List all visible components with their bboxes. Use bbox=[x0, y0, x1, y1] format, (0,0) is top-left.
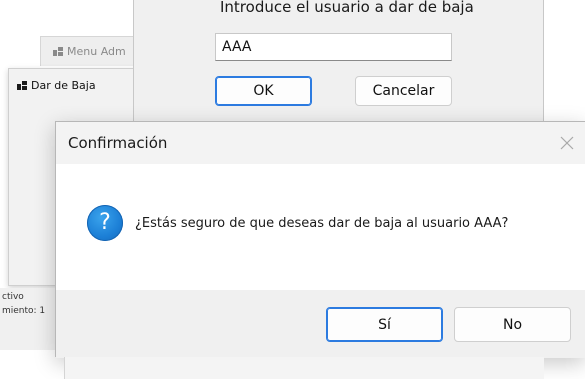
background-window-fragment: ctivo miento: 1 bbox=[0, 288, 60, 350]
question-icon: ? bbox=[87, 205, 123, 241]
dar-de-baja-window-title-text: Dar de Baja bbox=[31, 79, 96, 92]
yes-button[interactable]: Sí bbox=[326, 307, 443, 342]
cancel-button[interactable]: Cancelar bbox=[355, 76, 452, 106]
dar-de-baja-window-title: Dar de Baja bbox=[17, 79, 96, 92]
confirmation-dialog-content: ? ¿Estás seguro de que deseas dar de baj… bbox=[56, 164, 585, 290]
menu-admin-window-title-text: Menu Adm bbox=[67, 45, 126, 58]
close-button[interactable] bbox=[553, 130, 581, 156]
confirmation-dialog-titlebar: Confirmación bbox=[56, 122, 585, 164]
app-window-icon bbox=[53, 47, 63, 56]
fragment-text-line-1: ctivo bbox=[2, 292, 24, 302]
menu-admin-window-title: Menu Adm bbox=[53, 45, 126, 58]
close-icon bbox=[560, 136, 574, 150]
input-dialog: Introduce el usuario a dar de baja OK Ca… bbox=[133, 0, 544, 125]
no-button[interactable]: No bbox=[454, 307, 571, 342]
confirmation-message: ¿Estás seguro de que deseas dar de baja … bbox=[135, 216, 509, 231]
ok-button[interactable]: OK bbox=[215, 76, 312, 106]
background-window-edge bbox=[64, 357, 544, 379]
app-window-icon bbox=[17, 81, 27, 90]
input-dialog-prompt: Introduce el usuario a dar de baja bbox=[220, 0, 474, 16]
confirmation-dialog: Confirmación ? ¿Estás seguro de que dese… bbox=[55, 121, 585, 358]
user-input[interactable] bbox=[215, 33, 452, 61]
fragment-text-line-2: miento: 1 bbox=[2, 306, 46, 316]
confirmation-dialog-footer: Sí No bbox=[56, 290, 585, 358]
confirmation-dialog-title: Confirmación bbox=[68, 134, 168, 152]
